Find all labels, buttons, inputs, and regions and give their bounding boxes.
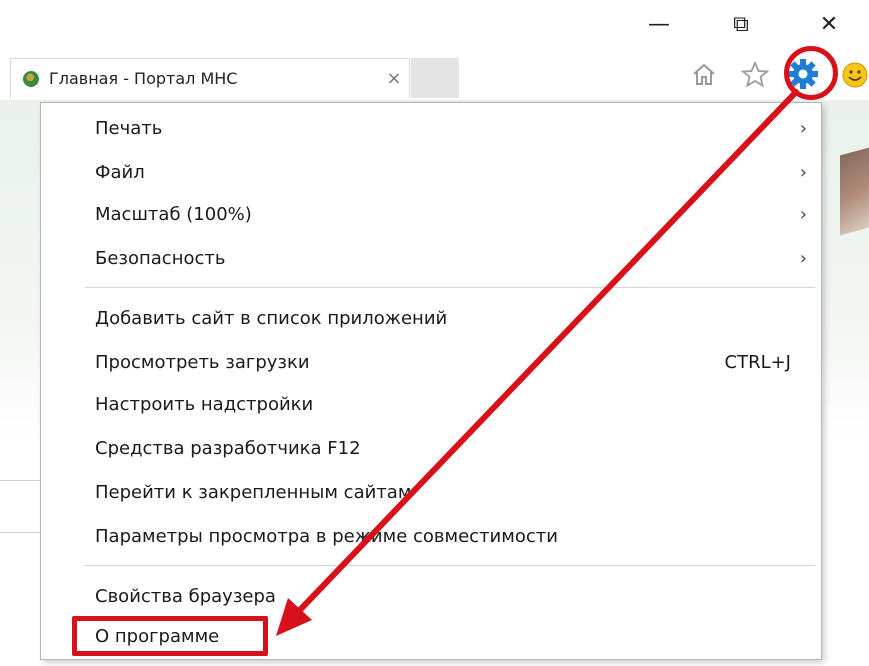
- arrow-shaft: [295, 89, 799, 615]
- annotation-arrow: [276, 89, 799, 636]
